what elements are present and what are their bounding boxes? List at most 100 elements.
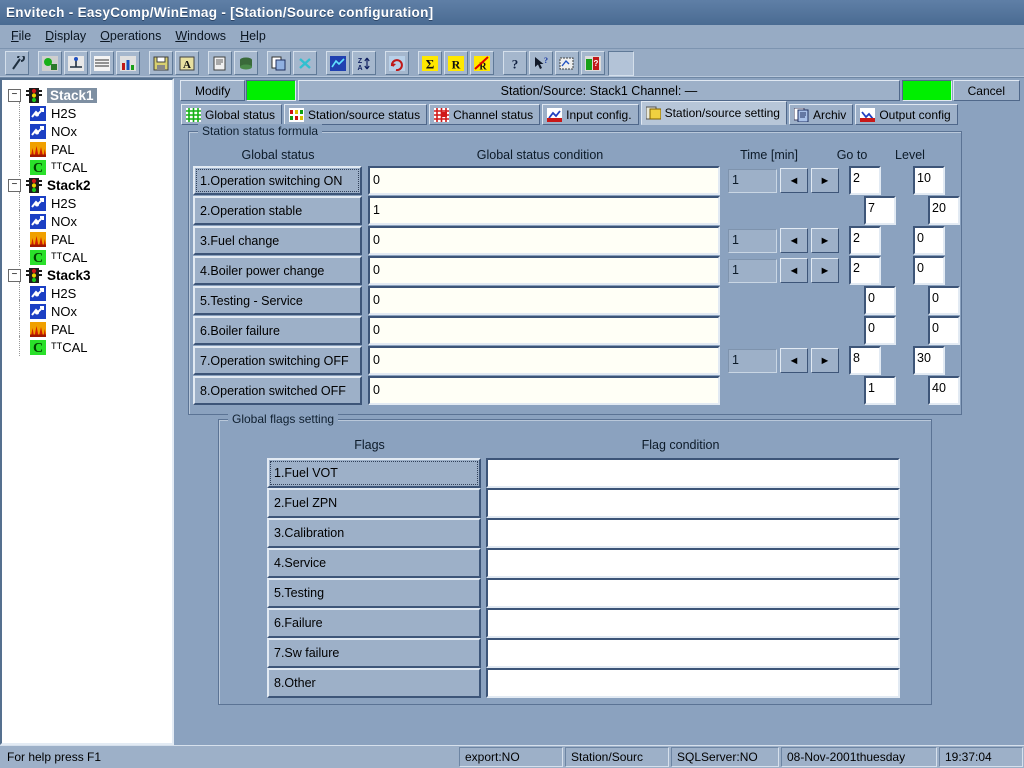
toolbar-bar-chart-icon[interactable] xyxy=(116,51,140,75)
tree-channel-cal[interactable]: CᵀᵀCAL xyxy=(8,246,172,266)
time-decrement-button[interactable]: ◄ xyxy=(780,228,808,253)
flag-label[interactable]: 3.Calibration xyxy=(267,518,481,548)
time-decrement-button[interactable]: ◄ xyxy=(780,258,808,283)
tree-expander-icon[interactable]: − xyxy=(8,268,21,282)
level-input[interactable]: 30 xyxy=(913,346,945,375)
tree-channel-h2s[interactable]: H2S xyxy=(8,282,172,302)
goto-input[interactable]: 2 xyxy=(849,226,881,255)
global-status-label[interactable]: 4.Boiler power change xyxy=(193,256,362,285)
menu-item-help[interactable]: Help xyxy=(237,27,277,46)
flag-label[interactable]: 8.Other xyxy=(267,668,481,698)
level-input[interactable]: 40 xyxy=(928,376,960,405)
toolbar-save-icon[interactable] xyxy=(149,51,173,75)
global-status-condition-input[interactable]: 0 xyxy=(368,376,720,405)
flag-condition-input[interactable] xyxy=(486,578,900,608)
time-value[interactable]: 1 xyxy=(728,168,777,193)
global-status-condition-input[interactable]: 1 xyxy=(368,196,720,225)
goto-input[interactable]: 0 xyxy=(864,286,896,315)
toolbar-copy-icon[interactable] xyxy=(267,51,291,75)
time-decrement-button[interactable]: ◄ xyxy=(780,168,808,193)
goto-input[interactable]: 2 xyxy=(849,256,881,285)
tree-channel-cal[interactable]: CᵀᵀCAL xyxy=(8,156,172,176)
flag-condition-input[interactable] xyxy=(486,608,900,638)
toolbar-context-help-icon[interactable]: ? xyxy=(529,51,553,75)
time-increment-button[interactable]: ► xyxy=(811,168,839,193)
global-status-label[interactable]: 7.Operation switching OFF xyxy=(193,346,362,375)
time-value[interactable]: 1 xyxy=(728,228,777,253)
level-input[interactable]: 0 xyxy=(928,316,960,345)
level-input[interactable]: 0 xyxy=(928,286,960,315)
goto-input[interactable]: 7 xyxy=(864,196,896,225)
flag-label[interactable]: 6.Failure xyxy=(267,608,481,638)
global-status-condition-input[interactable]: 0 xyxy=(368,346,720,375)
level-input[interactable]: 10 xyxy=(913,166,945,195)
toolbar-sum-icon[interactable]: Σ xyxy=(418,51,442,75)
tree-expander-icon[interactable]: − xyxy=(8,178,21,192)
global-status-condition-input[interactable]: 0 xyxy=(368,226,720,255)
goto-input[interactable]: 2 xyxy=(849,166,881,195)
global-status-label[interactable]: 6.Boiler failure xyxy=(193,316,362,345)
flag-condition-input[interactable] xyxy=(486,668,900,698)
tree-channel-h2s[interactable]: H2S xyxy=(8,192,172,212)
flag-condition-input[interactable] xyxy=(486,638,900,668)
menu-item-display[interactable]: Display xyxy=(42,27,97,46)
global-status-label[interactable]: 1.Operation switching ON xyxy=(193,166,362,195)
global-status-condition-input[interactable]: 0 xyxy=(368,256,720,285)
time-increment-button[interactable]: ► xyxy=(811,348,839,373)
global-status-label[interactable]: 3.Fuel change xyxy=(193,226,362,255)
goto-input[interactable]: 0 xyxy=(864,316,896,345)
toolbar-r-value-icon[interactable]: R xyxy=(444,51,468,75)
global-status-condition-input[interactable]: 0 xyxy=(368,316,720,345)
toolbar-report-icon[interactable] xyxy=(208,51,232,75)
toolbar-combo-field[interactable] xyxy=(608,50,634,76)
modify-button[interactable]: Modify xyxy=(180,80,246,101)
level-input[interactable]: 0 xyxy=(913,226,945,255)
toolbar-font-icon[interactable]: A xyxy=(175,51,199,75)
time-value[interactable]: 1 xyxy=(728,258,777,283)
toolbar-sort-az-icon[interactable]: ZA xyxy=(352,51,376,75)
flag-label[interactable]: 1.Fuel VOT xyxy=(267,458,481,488)
tab-station-source-status[interactable]: Station/source status xyxy=(284,104,428,125)
toolbar-close-x-icon[interactable] xyxy=(293,51,317,75)
time-increment-button[interactable]: ► xyxy=(811,228,839,253)
global-status-condition-input[interactable]: 0 xyxy=(368,166,720,195)
cancel-button[interactable]: Cancel xyxy=(952,80,1020,101)
flag-condition-input[interactable] xyxy=(486,488,900,518)
tree-station-stack3[interactable]: − Stack3 xyxy=(8,266,172,284)
tab-station-source-setting[interactable]: Station/source setting xyxy=(640,101,787,125)
flag-condition-input[interactable] xyxy=(486,518,900,548)
tree-station-stack2[interactable]: − Stack2 xyxy=(8,176,172,194)
flag-label[interactable]: 4.Service xyxy=(267,548,481,578)
global-status-label[interactable]: 2.Operation stable xyxy=(193,196,362,225)
tree-channel-nox[interactable]: NOx xyxy=(8,120,172,140)
tree-channel-pal[interactable]: PAL xyxy=(8,138,172,158)
toolbar-channel-config-icon[interactable] xyxy=(64,51,88,75)
time-value[interactable]: 1 xyxy=(728,348,777,373)
toolbar-database-icon[interactable] xyxy=(234,51,258,75)
tab-input-config[interactable]: Input config. xyxy=(542,104,639,125)
toolbar-zoom-region-icon[interactable] xyxy=(555,51,579,75)
flag-condition-input[interactable] xyxy=(486,458,900,488)
flag-label[interactable]: 2.Fuel ZPN xyxy=(267,488,481,518)
flag-condition-input[interactable] xyxy=(486,548,900,578)
global-status-label[interactable]: 5.Testing - Service xyxy=(193,286,362,315)
toolbar-graph-window-icon[interactable] xyxy=(326,51,350,75)
goto-input[interactable]: 1 xyxy=(864,376,896,405)
tree-channel-pal[interactable]: PAL xyxy=(8,318,172,338)
toolbar-about-icon[interactable]: ? xyxy=(581,51,605,75)
tree-station-stack1[interactable]: − Stack1 xyxy=(8,86,172,104)
tab-output-config[interactable]: Output config xyxy=(855,104,958,125)
tab-archiv[interactable]: Archiv xyxy=(788,104,854,125)
toolbar-help-icon[interactable]: ? xyxy=(503,51,527,75)
menu-item-windows[interactable]: Windows xyxy=(172,27,237,46)
toolbar-r-strike-icon[interactable]: R xyxy=(470,51,494,75)
tree-channel-h2s[interactable]: H2S xyxy=(8,102,172,122)
menu-item-file[interactable]: File xyxy=(8,27,42,46)
global-status-label[interactable]: 8.Operation switched OFF xyxy=(193,376,362,405)
time-decrement-button[interactable]: ◄ xyxy=(780,348,808,373)
toolbar-station-config-icon[interactable] xyxy=(38,51,62,75)
level-input[interactable]: 0 xyxy=(913,256,945,285)
global-status-condition-input[interactable]: 0 xyxy=(368,286,720,315)
tree-channel-pal[interactable]: PAL xyxy=(8,228,172,248)
tree-channel-nox[interactable]: NOx xyxy=(8,210,172,230)
